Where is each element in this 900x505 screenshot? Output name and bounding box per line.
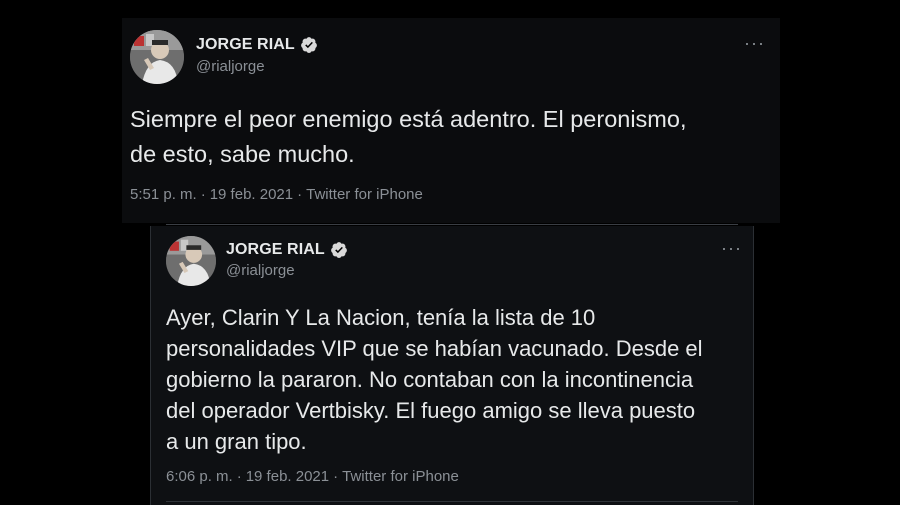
ellipsis-icon[interactable]: ··· bbox=[744, 34, 765, 52]
author-name-row[interactable]: JORGE RIAL bbox=[226, 241, 348, 259]
tweet-meta: 6:06 p. m. · 19 feb. 2021 · Twitter for … bbox=[166, 468, 459, 485]
tweet-date[interactable]: 19 feb. 2021 bbox=[246, 468, 329, 485]
tweet-time[interactable]: 6:06 p. m. bbox=[166, 468, 233, 485]
author-display-name[interactable]: JORGE RIAL bbox=[196, 36, 295, 54]
profile-photo-icon bbox=[130, 30, 184, 84]
screenshot-page: JORGE RIAL @rialjorge ··· Siempre el peo… bbox=[0, 0, 900, 505]
avatar[interactable] bbox=[166, 236, 216, 286]
author-handle[interactable]: @rialjorge bbox=[196, 58, 265, 75]
tweet-card-1[interactable]: JORGE RIAL @rialjorge ··· Siempre el peo… bbox=[122, 18, 780, 223]
verified-badge-icon bbox=[300, 36, 318, 54]
divider bbox=[166, 501, 738, 502]
meta-separator: · bbox=[200, 186, 206, 203]
meta-separator: · bbox=[236, 468, 242, 485]
tweet-source[interactable]: Twitter for iPhone bbox=[306, 186, 423, 203]
author-name-row[interactable]: JORGE RIAL bbox=[196, 36, 318, 54]
tweet-meta: 5:51 p. m. · 19 feb. 2021 · Twitter for … bbox=[130, 186, 423, 203]
avatar[interactable] bbox=[130, 30, 184, 84]
author-display-name[interactable]: JORGE RIAL bbox=[226, 241, 325, 259]
profile-photo-icon bbox=[166, 236, 216, 286]
tweet-time[interactable]: 5:51 p. m. bbox=[130, 186, 197, 203]
tweet-card-2[interactable]: JORGE RIAL @rialjorge ··· Ayer, Clarin Y… bbox=[150, 226, 754, 505]
verified-badge-icon bbox=[330, 241, 348, 259]
tweet-date[interactable]: 19 feb. 2021 bbox=[210, 186, 293, 203]
tweet-source[interactable]: Twitter for iPhone bbox=[342, 468, 459, 485]
author-handle[interactable]: @rialjorge bbox=[226, 262, 295, 279]
meta-separator: · bbox=[297, 186, 303, 203]
ellipsis-icon[interactable]: ··· bbox=[721, 239, 742, 257]
tweet-text: Siempre el peor enemigo está adentro. El… bbox=[130, 106, 687, 167]
tweet-text: Ayer, Clarin Y La Nacion, tenía la lista… bbox=[166, 305, 703, 454]
meta-separator: · bbox=[333, 468, 339, 485]
divider bbox=[166, 224, 738, 225]
